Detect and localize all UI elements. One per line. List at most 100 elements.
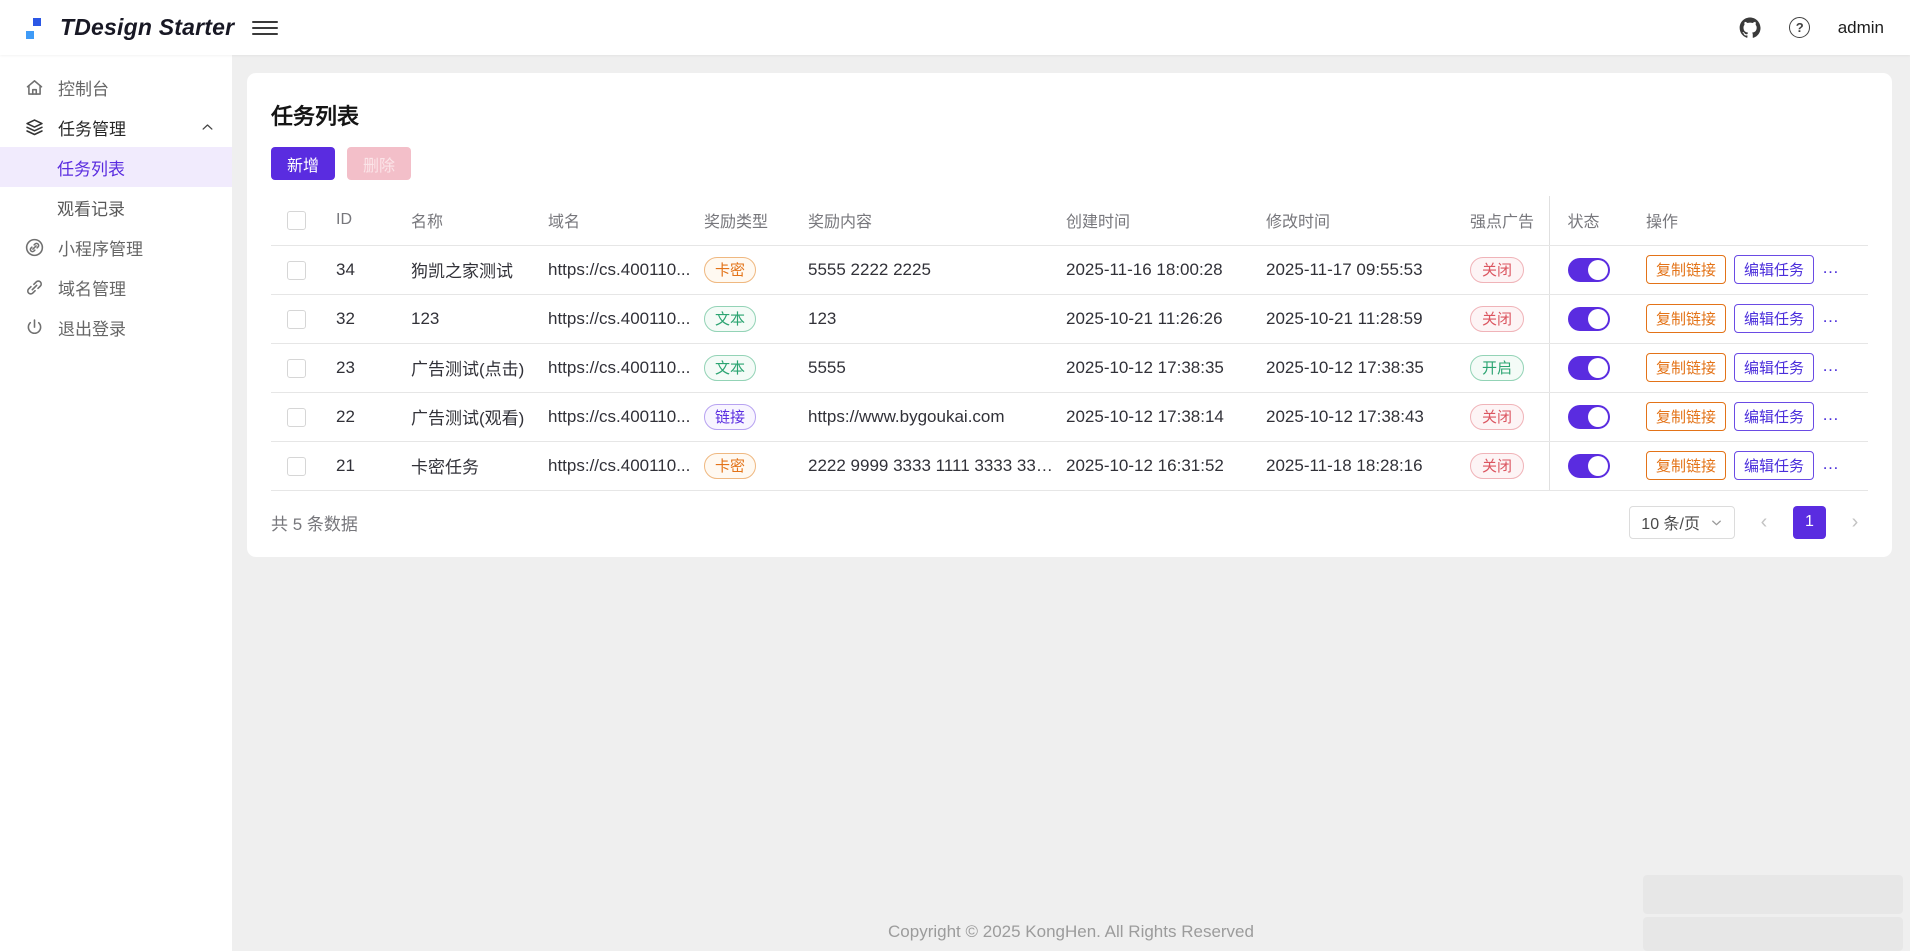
cell-updated-time: 2025-11-18 18:28:16 (1266, 441, 1470, 490)
table-row: 34 狗凯之家测试 https://cs.400110... 卡密 5555 2… (271, 245, 1868, 294)
cell-created-time: 2025-11-16 18:00:28 (1066, 245, 1266, 294)
force-ad-tag: 开启 (1470, 355, 1524, 381)
add-button[interactable]: 新增 (271, 147, 335, 180)
help-icon[interactable]: ? (1788, 16, 1812, 40)
sidebar-item-label: 退出登录 (58, 315, 216, 340)
status-toggle[interactable] (1568, 356, 1610, 380)
cell-reward-content: 5555 2222 2225 (808, 245, 1066, 294)
sidebar-nav: 控制台 任务管理 任务列表 观看记录 小程序管理 域名管理 退出登录 (0, 55, 232, 951)
task-table: ID 名称 域名 奖励类型 奖励内容 创建时间 修改时间 强点广告 状态 操作 … (271, 196, 1868, 491)
task-list-card: 任务列表 新增 删除 ID 名称 域名 奖励类型 奖励内容 创建时间 修改时间 … (247, 73, 1892, 557)
cell-id: 23 (336, 343, 411, 392)
row-checkbox[interactable] (287, 457, 306, 476)
copy-link-button[interactable]: 复制链接 (1646, 451, 1726, 480)
reward-type-tag: 文本 (704, 355, 756, 381)
cell-created-time: 2025-10-21 11:26:26 (1066, 294, 1266, 343)
cell-name: 卡密任务 (411, 441, 548, 490)
sidebar-item-console[interactable]: 控制台 (0, 67, 232, 107)
miniapp-icon (24, 237, 45, 258)
cell-id: 22 (336, 392, 411, 441)
status-toggle[interactable] (1568, 258, 1610, 282)
collapse-menu-icon[interactable] (252, 15, 278, 41)
sidebar-item-label: 任务管理 (58, 115, 187, 140)
copy-link-button[interactable]: 复制链接 (1646, 255, 1726, 284)
app-logo: TDesign Starter (22, 13, 234, 43)
cell-created-time: 2025-10-12 17:38:35 (1066, 343, 1266, 392)
cell-id: 32 (336, 294, 411, 343)
col-reward-content: 奖励内容 (808, 196, 1066, 245)
copy-link-button[interactable]: 复制链接 (1646, 353, 1726, 382)
row-checkbox[interactable] (287, 359, 306, 378)
watermark-box (1643, 875, 1903, 914)
edit-task-button[interactable]: 编辑任务 (1734, 402, 1814, 431)
cell-created-time: 2025-10-12 16:31:52 (1066, 441, 1266, 490)
cell-name: 123 (411, 294, 548, 343)
sidebar-item-label: 域名管理 (58, 275, 216, 300)
cell-updated-time: 2025-10-12 17:38:35 (1266, 343, 1470, 392)
col-force-ad: 强点广告 (1470, 196, 1549, 245)
cell-id: 34 (336, 245, 411, 294)
cell-name: 广告测试(点击) (411, 343, 548, 392)
table-row: 22 广告测试(观看) https://cs.400110... 链接 http… (271, 392, 1868, 441)
force-ad-tag: 关闭 (1470, 453, 1524, 479)
sidebar-item-logout[interactable]: 退出登录 (0, 307, 232, 347)
sidebar-item-domain-manage[interactable]: 域名管理 (0, 267, 232, 307)
cell-created-time: 2025-10-12 17:38:14 (1066, 392, 1266, 441)
status-toggle[interactable] (1568, 307, 1610, 331)
cell-updated-time: 2025-10-12 17:38:43 (1266, 392, 1470, 441)
sidebar-item-label: 小程序管理 (58, 235, 216, 260)
status-toggle[interactable] (1568, 405, 1610, 429)
github-icon[interactable] (1738, 16, 1762, 40)
force-ad-tag: 关闭 (1470, 257, 1524, 283)
row-checkbox[interactable] (287, 310, 306, 329)
edit-task-button[interactable]: 编辑任务 (1734, 451, 1814, 480)
table-row: 23 广告测试(点击) https://cs.400110... 文本 5555… (271, 343, 1868, 392)
edit-task-button[interactable]: 编辑任务 (1734, 255, 1814, 284)
user-menu[interactable]: admin (1838, 18, 1884, 38)
page-size-select[interactable]: 10 条/页 (1629, 506, 1735, 539)
sidebar-item-label: 观看记录 (57, 195, 216, 220)
cell-name: 狗凯之家测试 (411, 245, 548, 294)
next-page-button[interactable]: › (1842, 511, 1868, 534)
app-title: TDesign Starter (60, 14, 234, 41)
copy-link-button[interactable]: 复制链接 (1646, 304, 1726, 333)
row-checkbox[interactable] (287, 261, 306, 280)
col-domain: 域名 (548, 196, 704, 245)
chevron-up-icon (200, 120, 216, 135)
cell-domain: https://cs.400110... (548, 441, 704, 490)
cell-actions: 复制链接编辑任务查看数据 (1633, 294, 1868, 343)
page-title: 任务列表 (271, 99, 1868, 131)
cell-id: 21 (336, 441, 411, 490)
edit-task-button[interactable]: 编辑任务 (1734, 304, 1814, 333)
sidebar-item-miniapp-manage[interactable]: 小程序管理 (0, 227, 232, 267)
col-created-time: 创建时间 (1066, 196, 1266, 245)
prev-page-button[interactable]: ‹ (1751, 511, 1777, 534)
cell-domain: https://cs.400110... (548, 343, 704, 392)
col-updated-time: 修改时间 (1266, 196, 1470, 245)
reward-type-tag: 链接 (704, 404, 756, 430)
force-ad-tag: 关闭 (1470, 306, 1524, 332)
select-all-checkbox[interactable] (287, 211, 306, 230)
cell-actions: 复制链接编辑任务查看数据 (1633, 392, 1868, 441)
page-number-button[interactable]: 1 (1793, 506, 1826, 539)
logo-mark-icon (22, 13, 48, 43)
force-ad-tag: 关闭 (1470, 404, 1524, 430)
table-header-row: ID 名称 域名 奖励类型 奖励内容 创建时间 修改时间 强点广告 状态 操作 (271, 196, 1868, 245)
col-reward-type: 奖励类型 (704, 196, 808, 245)
cell-domain: https://cs.400110... (548, 294, 704, 343)
sidebar-item-label: 控制台 (58, 75, 216, 100)
delete-button[interactable]: 删除 (347, 147, 411, 180)
cell-reward-content: 123 (808, 294, 1066, 343)
sidebar-item-task-list[interactable]: 任务列表 (0, 147, 232, 187)
status-toggle[interactable] (1568, 454, 1610, 478)
copy-link-button[interactable]: 复制链接 (1646, 402, 1726, 431)
layers-icon (24, 117, 45, 138)
col-status: 状态 (1549, 196, 1633, 245)
table-row: 32 123 https://cs.400110... 文本 123 2025-… (271, 294, 1868, 343)
row-checkbox[interactable] (287, 408, 306, 427)
sidebar-item-task-manage[interactable]: 任务管理 (0, 107, 232, 147)
main-content: 任务列表 新增 删除 ID 名称 域名 奖励类型 奖励内容 创建时间 修改时间 … (232, 55, 1910, 951)
reward-type-tag: 卡密 (704, 453, 756, 479)
sidebar-item-watch-records[interactable]: 观看记录 (0, 187, 232, 227)
edit-task-button[interactable]: 编辑任务 (1734, 353, 1814, 382)
